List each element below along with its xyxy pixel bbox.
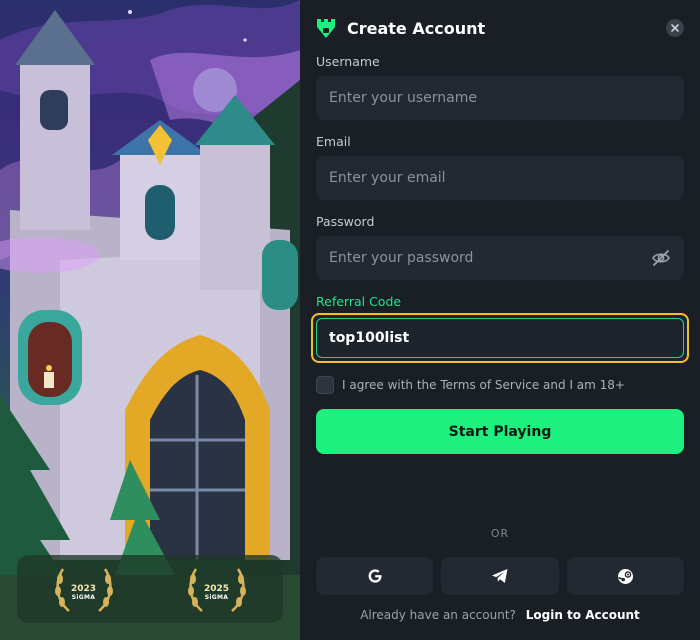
referral-input[interactable] bbox=[329, 330, 671, 346]
panel-header: Create Account bbox=[316, 16, 684, 40]
login-prompt: Already have an account? Login to Accoun… bbox=[316, 608, 684, 622]
steam-icon bbox=[617, 568, 633, 584]
username-field[interactable] bbox=[316, 76, 684, 120]
login-prompt-text: Already have an account? bbox=[360, 608, 516, 622]
telegram-icon bbox=[491, 569, 508, 583]
login-link[interactable]: Login to Account bbox=[526, 608, 640, 622]
social-login-row bbox=[316, 557, 684, 595]
award-org: SiGMA bbox=[71, 593, 96, 601]
google-login-button[interactable] bbox=[316, 557, 434, 595]
award-year: 2023 bbox=[70, 583, 97, 594]
referral-label: Referral Code bbox=[316, 294, 402, 309]
close-icon bbox=[671, 24, 679, 32]
award-badge: 2025 SiGMA bbox=[182, 561, 252, 617]
close-button[interactable] bbox=[666, 19, 684, 37]
awards-banner: 2023 SiGMA 2025 SiGMA bbox=[17, 555, 283, 623]
password-label: Password bbox=[316, 214, 375, 229]
award-badge: 2023 SiGMA bbox=[49, 561, 119, 617]
award-org: SiGMA bbox=[204, 593, 229, 601]
page-title: Create Account bbox=[347, 18, 486, 38]
terms-text: I agree with the Terms of Service and I … bbox=[342, 378, 625, 392]
castle-illustration bbox=[0, 0, 300, 640]
username-input[interactable] bbox=[329, 90, 671, 106]
start-playing-button[interactable]: Start Playing bbox=[316, 409, 684, 454]
email-input[interactable] bbox=[329, 170, 671, 186]
username-label: Username bbox=[316, 54, 380, 69]
telegram-login-button[interactable] bbox=[441, 557, 559, 595]
referral-field[interactable] bbox=[311, 313, 689, 363]
password-field[interactable] bbox=[316, 236, 684, 280]
start-playing-label: Start Playing bbox=[448, 423, 552, 440]
steam-login-button[interactable] bbox=[566, 557, 684, 595]
signup-panel: Create Account Username Email Password R… bbox=[300, 0, 700, 640]
email-label: Email bbox=[316, 134, 351, 149]
google-icon bbox=[368, 569, 382, 583]
email-field[interactable] bbox=[316, 156, 684, 200]
castle-logo-icon bbox=[317, 19, 335, 38]
or-divider: OR bbox=[490, 527, 510, 540]
password-input[interactable] bbox=[329, 250, 651, 266]
promo-artwork: 2023 SiGMA 2025 SiGMA bbox=[0, 0, 300, 640]
terms-agreement: I agree with the Terms of Service and I … bbox=[316, 376, 625, 394]
terms-checkbox[interactable] bbox=[316, 376, 334, 394]
award-year: 2025 bbox=[203, 583, 230, 594]
eye-off-icon[interactable] bbox=[651, 248, 671, 268]
